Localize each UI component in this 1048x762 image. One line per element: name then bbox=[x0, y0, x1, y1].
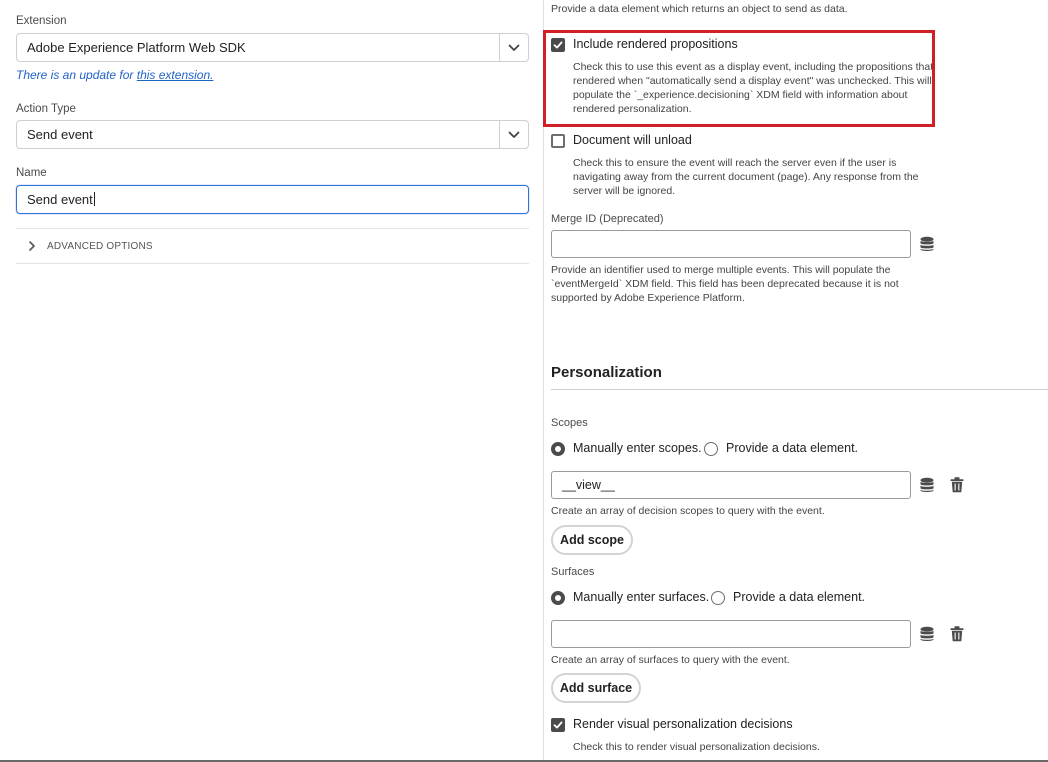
document-will-unload-checkbox[interactable] bbox=[551, 134, 565, 148]
surfaces-manual-radio[interactable] bbox=[551, 591, 565, 605]
surfaces-help-text: Create an array of surfaces to query wit… bbox=[551, 654, 790, 666]
merge-id-label: Merge ID (Deprecated) bbox=[551, 213, 664, 225]
scopes-manual-radio[interactable] bbox=[551, 442, 565, 456]
personalization-divider bbox=[551, 389, 1048, 390]
scopes-help-text: Create an array of decision scopes to qu… bbox=[551, 505, 825, 517]
database-icon bbox=[920, 477, 934, 493]
action-type-value: Send event bbox=[27, 127, 93, 142]
scopes-data-element-label: Provide a data element. bbox=[726, 441, 859, 455]
extension-picker[interactable]: Adobe Experience Platform Web SDK bbox=[16, 33, 529, 62]
scope-data-element-button[interactable] bbox=[918, 476, 936, 494]
extension-value: Adobe Experience Platform Web SDK bbox=[27, 40, 246, 55]
merge-id-help-2: `eventMergeId` XDM field. This field has… bbox=[551, 278, 899, 290]
surfaces-manual-label: Manually enter surfaces. bbox=[573, 590, 710, 604]
advanced-options-toggle[interactable]: ADVANCED OPTIONS bbox=[16, 228, 529, 264]
merge-id-help-3: supported by Adobe Experience Platform. bbox=[551, 292, 745, 304]
name-label: Name bbox=[16, 167, 47, 179]
delete-scope-button[interactable] bbox=[948, 476, 966, 494]
update-notice: There is an update for this extension. bbox=[16, 68, 213, 82]
merge-id-data-element-button[interactable] bbox=[918, 235, 936, 253]
render-decisions-help: Check this to render visual personalizat… bbox=[573, 741, 820, 753]
scopes-data-element-radio[interactable] bbox=[704, 442, 718, 456]
checkmark-icon bbox=[553, 721, 563, 729]
doc-unload-help-2: navigating away from the current documen… bbox=[573, 171, 919, 183]
database-icon bbox=[920, 626, 934, 642]
action-type-label: Action Type bbox=[16, 103, 76, 115]
chevron-right-icon bbox=[29, 241, 35, 251]
doc-unload-help-3: server will be ignored. bbox=[573, 185, 676, 197]
update-notice-text: There is an update for bbox=[16, 68, 137, 82]
extension-dropdown-button[interactable] bbox=[499, 34, 528, 61]
chevron-down-icon bbox=[508, 44, 520, 51]
scope-input[interactable]: __view__ bbox=[551, 471, 911, 499]
trash-icon bbox=[950, 477, 964, 493]
add-scope-button[interactable]: Add scope bbox=[551, 525, 633, 555]
action-type-dropdown-button[interactable] bbox=[499, 121, 528, 148]
render-decisions-checkbox[interactable] bbox=[551, 718, 565, 732]
highlight-annotation-box bbox=[543, 30, 935, 127]
name-value: Send event bbox=[27, 192, 95, 207]
doc-unload-help-1: Check this to ensure the event will reac… bbox=[573, 157, 897, 169]
surfaces-data-element-radio[interactable] bbox=[711, 591, 725, 605]
name-input[interactable]: Send event bbox=[16, 185, 529, 214]
trash-icon bbox=[950, 626, 964, 642]
scopes-manual-label: Manually enter scopes. bbox=[573, 441, 702, 455]
update-extension-link[interactable]: this extension. bbox=[137, 68, 214, 82]
scope-value: __view__ bbox=[562, 478, 615, 492]
merge-id-input[interactable] bbox=[551, 230, 911, 258]
add-surface-button[interactable]: Add surface bbox=[551, 673, 641, 703]
personalization-heading: Personalization bbox=[551, 364, 662, 381]
surfaces-label: Surfaces bbox=[551, 566, 595, 578]
left-pane: Extension Adobe Experience Platform Web … bbox=[0, 0, 544, 762]
action-type-picker[interactable]: Send event bbox=[16, 120, 529, 149]
document-will-unload-label: Document will unload bbox=[573, 133, 692, 147]
data-help-text: Provide a data element which returns an … bbox=[551, 3, 848, 15]
render-decisions-label: Render visual personalization decisions bbox=[573, 717, 793, 731]
surfaces-data-element-label: Provide a data element. bbox=[733, 590, 866, 604]
surface-input[interactable] bbox=[551, 620, 911, 648]
delete-surface-button[interactable] bbox=[948, 625, 966, 643]
scopes-label: Scopes bbox=[551, 417, 588, 429]
database-icon bbox=[920, 236, 934, 252]
extension-label: Extension bbox=[16, 15, 67, 27]
surface-data-element-button[interactable] bbox=[918, 625, 936, 643]
advanced-options-label: ADVANCED OPTIONS bbox=[47, 241, 153, 252]
chevron-down-icon bbox=[508, 131, 520, 138]
merge-id-help-1: Provide an identifier used to merge mult… bbox=[551, 264, 891, 276]
